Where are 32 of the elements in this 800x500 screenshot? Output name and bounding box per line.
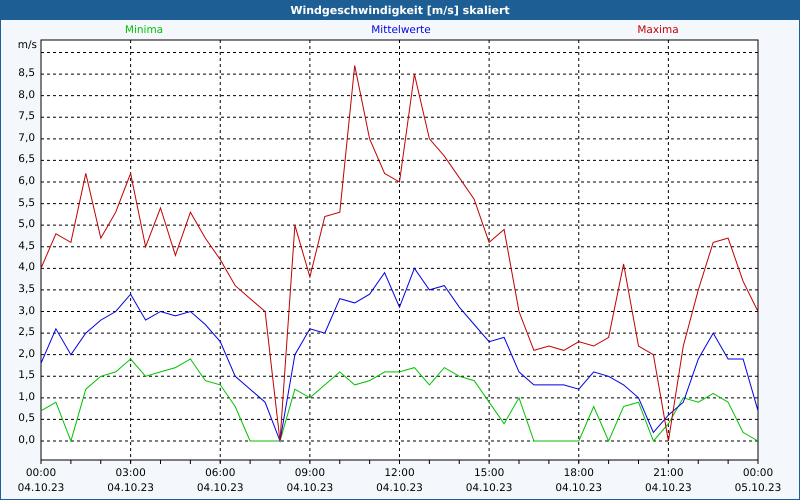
window-title: Windgeschwindigkeit [m/s] skaliert xyxy=(1,1,799,20)
x-tick-label: 18:00 04.10.23 xyxy=(554,466,604,496)
y-tick-label: 8,0 xyxy=(17,88,35,102)
y-tick-label: 4,0 xyxy=(17,261,35,274)
x-tick-label: 00:00 05.10.23 xyxy=(734,466,782,496)
y-tick-label: 6,0 xyxy=(17,175,35,188)
x-tick-label: 09:00 04.10.23 xyxy=(285,466,334,496)
y-tick-label: 0,0 xyxy=(17,434,35,447)
y-tick-label: 3,5 xyxy=(17,282,35,296)
x-tick-label: 06:00 04.10.23 xyxy=(196,466,245,496)
y-tick-label: 6,5 xyxy=(17,153,35,166)
axis-unit-label: m/s xyxy=(16,39,37,51)
y-tick-label: 4,5 xyxy=(17,240,35,253)
x-tick-label: 12:00 04.10.23 xyxy=(375,466,424,496)
y-tick-label: 1,0 xyxy=(17,390,35,404)
y-tick-label: 3,0 xyxy=(17,304,35,318)
x-tick-label: 21:00 04.10.23 xyxy=(644,466,693,496)
legend-label: Minima xyxy=(124,24,164,36)
legend-label: Mittelwerte xyxy=(371,24,431,36)
legend-label: Maxima xyxy=(637,24,679,36)
y-tick-label: 0,5 xyxy=(17,412,35,426)
x-tick-label: 00:00 04.10.23 xyxy=(16,466,66,496)
x-tick-label: 15:00 04.10.23 xyxy=(464,466,514,496)
y-tick-label: 2,5 xyxy=(17,326,35,340)
x-tick-label: 03:00 04.10.23 xyxy=(106,466,155,496)
y-tick-label: 1,5 xyxy=(17,369,35,382)
y-tick-label: 7,5 xyxy=(17,110,35,124)
y-tick-label: 5,0 xyxy=(17,218,35,232)
y-tick-label: 5,5 xyxy=(17,196,35,210)
y-tick-label: 7,0 xyxy=(17,132,35,145)
y-tick-label: 2,0 xyxy=(17,348,35,361)
y-tick-label: 8,5 xyxy=(17,67,35,80)
